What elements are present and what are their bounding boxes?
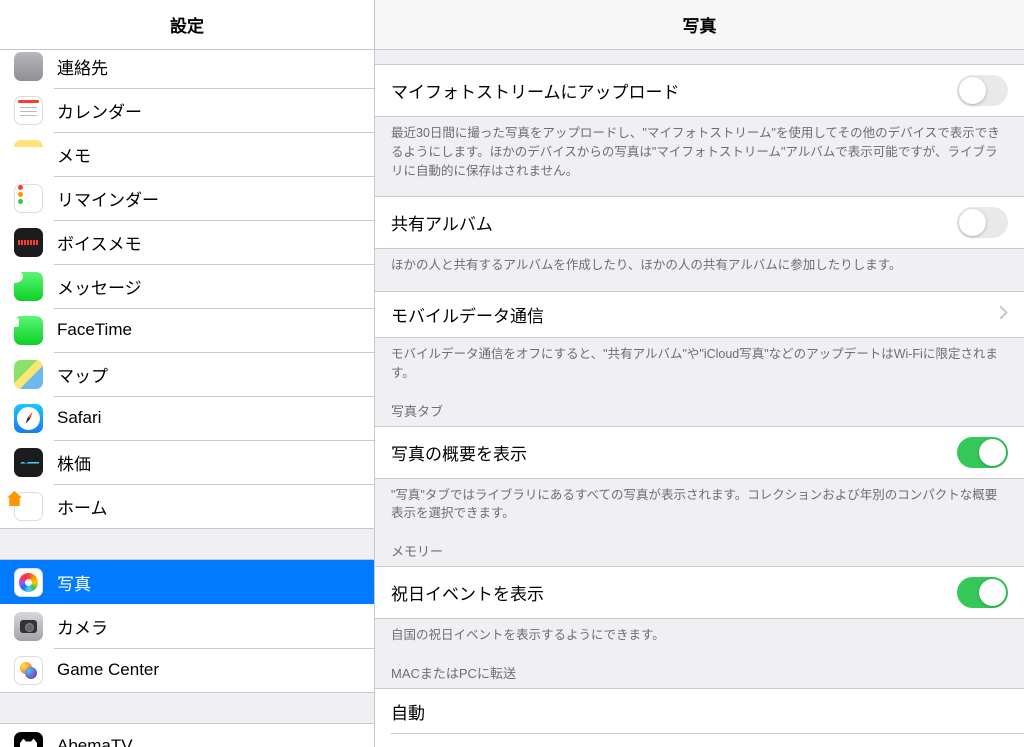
voicememo-icon xyxy=(14,228,43,257)
footer: 最近30日間に撮った写真をアップロードし、"マイフォトストリーム"を使用してその… xyxy=(375,117,1024,180)
sidebar-item-voicememo[interactable]: ボイスメモ xyxy=(0,220,374,264)
footer: "写真"タブではライブラリにあるすべての写真が表示されます。コレクションおよび年… xyxy=(375,479,1024,524)
sidebar-title: 設定 xyxy=(170,12,204,37)
sidebar-item-maps[interactable]: マップ xyxy=(0,352,374,396)
section-header-memories: メモリー xyxy=(375,523,1024,566)
cell-label: 共有アルバム xyxy=(391,210,957,235)
sidebar-item-label: マップ xyxy=(57,362,108,387)
sidebar: 設定 連絡先カレンダーメモリマインダーボイスメモメッセージ FaceTime マップ… xyxy=(0,0,375,747)
sidebar-item-calendar[interactable]: カレンダー xyxy=(0,88,374,132)
sidebar-item-notes[interactable]: メモ xyxy=(0,132,374,176)
sidebar-item-label: カメラ xyxy=(57,614,108,639)
cell-group-sharedalbum: 共有アルバム xyxy=(375,196,1024,249)
sidebar-item-label: 連絡先 xyxy=(57,54,108,79)
sidebar-item-label: Game Center xyxy=(57,660,159,680)
cell-label: 祝日イベントを表示 xyxy=(391,580,957,605)
section-header-photostab: 写真タブ xyxy=(375,383,1024,426)
sidebar-item-reminders[interactable]: リマインダー xyxy=(0,176,374,220)
chevron-right-icon xyxy=(1000,306,1008,324)
cell-photostream: マイフォトストリームにアップロード xyxy=(375,65,1024,116)
sidebar-item-home[interactable]: ホーム xyxy=(0,484,374,528)
sidebar-item-safari[interactable]: Safari xyxy=(0,396,374,440)
switch-memories[interactable] xyxy=(957,577,1008,608)
camera-icon xyxy=(14,612,43,641)
sidebar-item-label: FaceTime xyxy=(57,320,132,340)
detail-header: 写真 xyxy=(375,0,1024,50)
sidebar-item-photos[interactable]: 写真 xyxy=(0,560,374,604)
switch-photostream[interactable] xyxy=(957,75,1008,106)
sidebar-item-label: 写真 xyxy=(57,570,91,595)
cell-memories: 祝日イベントを表示 xyxy=(375,567,1024,618)
sidebar-item-label: ボイスメモ xyxy=(57,230,142,255)
sidebar-item-label: メモ xyxy=(57,142,91,167)
photos-icon xyxy=(14,568,43,597)
sidebar-item-label: メッセージ xyxy=(57,274,142,299)
sidebar-item-gamecenter[interactable]: Game Center xyxy=(0,648,374,692)
sidebar-item-contacts[interactable]: 連絡先 xyxy=(0,50,374,88)
sidebar-item-label: AbemaTV xyxy=(57,736,133,747)
cell-transfer-auto[interactable]: 自動 xyxy=(375,689,1024,734)
sidebar-list[interactable]: 連絡先カレンダーメモリマインダーボイスメモメッセージ FaceTime マップ Saf… xyxy=(0,50,374,747)
safari-icon xyxy=(14,404,43,433)
footer: 自国の祝日イベントを表示するようにできます。 xyxy=(375,619,1024,645)
cell-label: 自動 xyxy=(391,699,1008,724)
sidebar-item-camera[interactable]: カメラ xyxy=(0,604,374,648)
cell-label: マイフォトストリームにアップロード xyxy=(391,78,957,103)
cell-group-photostream: マイフォトストリームにアップロード xyxy=(375,64,1024,117)
home-icon xyxy=(14,492,43,521)
cell-label: 写真の概要を表示 xyxy=(391,440,957,465)
sidebar-item-label: リマインダー xyxy=(57,186,159,211)
messages-icon xyxy=(14,272,43,301)
abematv-icon xyxy=(14,732,43,747)
detail-title: 写真 xyxy=(683,12,717,37)
cell-label: モバイルデータ通信 xyxy=(391,302,1000,327)
sidebar-item-facetime[interactable]: FaceTime xyxy=(0,308,374,352)
detail-body[interactable]: マイフォトストリームにアップロード 最近30日間に撮った写真をアップロードし、"… xyxy=(375,50,1024,747)
cell-group-transfer: 自動 元のフォーマットのまま xyxy=(375,688,1024,747)
sidebar-header: 設定 xyxy=(0,0,374,50)
gamecenter-icon xyxy=(14,656,43,685)
facetime-icon xyxy=(14,316,43,345)
cell-cellular[interactable]: モバイルデータ通信 xyxy=(375,292,1024,337)
sidebar-item-label: 株価 xyxy=(57,450,91,475)
cell-photostab: 写真の概要を表示 xyxy=(375,427,1024,478)
sidebar-item-label: カレンダー xyxy=(57,98,142,123)
sidebar-item-abematv[interactable]: AbemaTV xyxy=(0,724,374,747)
switch-photostab[interactable] xyxy=(957,437,1008,468)
sidebar-item-messages[interactable]: メッセージ xyxy=(0,264,374,308)
switch-sharedalbum[interactable] xyxy=(957,207,1008,238)
calendar-icon xyxy=(14,96,43,125)
notes-icon xyxy=(14,140,43,169)
sidebar-item-stocks[interactable]: 株価 xyxy=(0,440,374,484)
sidebar-item-label: ホーム xyxy=(57,494,108,519)
cell-group-photostab: 写真の概要を表示 xyxy=(375,426,1024,479)
maps-icon xyxy=(14,360,43,389)
stocks-icon xyxy=(14,448,43,477)
contacts-icon xyxy=(14,52,43,81)
section-header-transfer: MACまたはPCに転送 xyxy=(375,645,1024,688)
footer: ほかの人と共有するアルバムを作成したり、ほかの人の共有アルバムに参加したりします… xyxy=(375,249,1024,275)
cell-group-memories: 祝日イベントを表示 xyxy=(375,566,1024,619)
reminders-icon xyxy=(14,184,43,213)
sidebar-item-label: Safari xyxy=(57,408,101,428)
cell-group-cellular: モバイルデータ通信 xyxy=(375,291,1024,338)
footer: モバイルデータ通信をオフにすると、"共有アルバム"や"iCloud写真"などのア… xyxy=(375,338,1024,383)
detail-pane: 写真 マイフォトストリームにアップロード 最近30日間に撮った写真をアップロード… xyxy=(375,0,1024,747)
cell-transfer-original[interactable]: 元のフォーマットのまま xyxy=(375,734,1024,747)
cell-sharedalbum: 共有アルバム xyxy=(375,197,1024,248)
